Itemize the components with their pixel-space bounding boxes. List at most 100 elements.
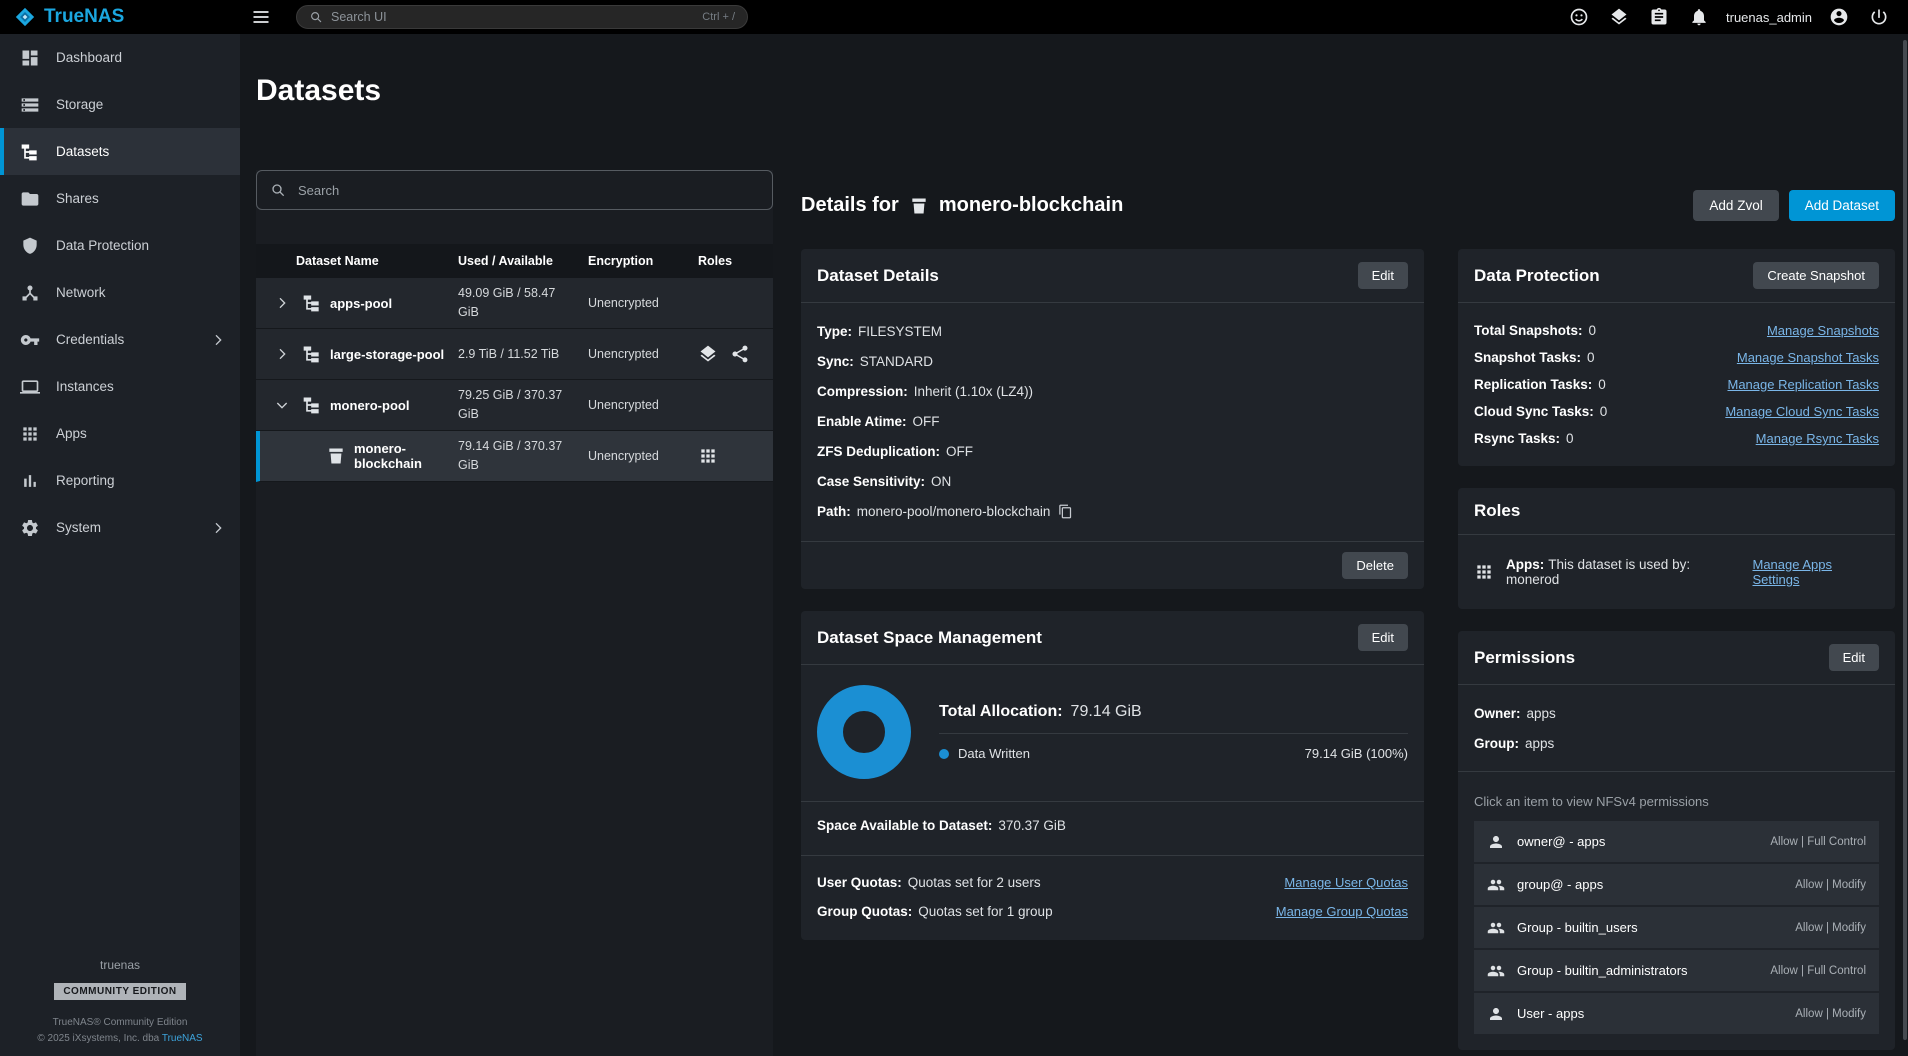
global-search[interactable]: Ctrl + / [296, 5, 748, 29]
power-menu-button[interactable] [1862, 2, 1896, 32]
field-sync: Sync:STANDARD [817, 347, 1408, 377]
dataset-search[interactable] [256, 170, 773, 210]
row-label: Cloud Sync Tasks: [1474, 398, 1594, 425]
expand-toggle-button[interactable] [270, 342, 294, 366]
dataset-icon [909, 196, 929, 216]
details-actions: Add Zvol Add Dataset [1693, 190, 1895, 221]
sidebar-item-system[interactable]: System [0, 504, 240, 551]
account-menu-button[interactable] [1822, 2, 1856, 32]
dataset-row-apps-pool[interactable]: apps-pool 49.09 GiB / 58.47 GiB Unencryp… [256, 278, 773, 329]
sidebar-item-label: Apps [56, 426, 87, 441]
sidebar-item-network[interactable]: Network [0, 269, 240, 316]
manage-rsync-tasks-link[interactable]: Manage Rsync Tasks [1756, 425, 1879, 452]
sidebar-item-storage[interactable]: Storage [0, 81, 240, 128]
sidebar-item-instances[interactable]: Instances [0, 363, 240, 410]
details-header: Details for monero-blockchain Add Zvol A… [801, 190, 1895, 221]
main-content: Datasets Dataset Name Used / Available E… [240, 34, 1908, 1056]
sidebar-item-data-protection[interactable]: Data Protection [0, 222, 240, 269]
menu-toggle-button[interactable] [240, 0, 282, 34]
sidebar-item-label: Network [56, 285, 106, 300]
topbar-actions: truenas_admin [1562, 2, 1908, 32]
group-quotas-label: Group Quotas: [817, 897, 912, 926]
field-value: Inherit (1.10x (LZ4)) [914, 384, 1033, 399]
manage-user-quotas-link[interactable]: Manage User Quotas [1284, 868, 1408, 897]
group-icon [1487, 876, 1505, 894]
permission-item-group-at[interactable]: group@ - apps Allow | Modify [1474, 864, 1879, 905]
sidebar-item-label: Data Protection [56, 238, 149, 253]
dataset-row-monero-pool[interactable]: monero-pool 79.25 GiB / 370.37 GiB Unenc… [256, 380, 773, 431]
permissions-edit-button[interactable]: Edit [1829, 644, 1879, 671]
copy-path-button[interactable] [1058, 504, 1073, 519]
apps-label: Apps: [1506, 557, 1544, 572]
user-quotas-label: User Quotas: [817, 868, 902, 897]
manage-apps-settings-link[interactable]: Manage Apps Settings [1752, 557, 1879, 587]
manage-cloud-sync-tasks-link[interactable]: Manage Cloud Sync Tasks [1725, 398, 1879, 425]
permission-who: group@ - apps [1517, 877, 1603, 892]
permission-item-builtin-users[interactable]: Group - builtin_users Allow | Modify [1474, 907, 1879, 948]
search-shortcut-hint: Ctrl + / [702, 11, 735, 23]
legend-label: Data Written [958, 746, 1030, 761]
data-protection-card: Data Protection Create Snapshot Total Sn… [1458, 249, 1895, 466]
collapse-toggle-button[interactable] [270, 393, 294, 417]
permission-who: Group - builtin_users [1517, 920, 1638, 935]
user-quotas-value: Quotas set for 2 users [908, 868, 1041, 897]
sidebar-item-reporting[interactable]: Reporting [0, 457, 240, 504]
chevron-right-icon [210, 520, 226, 536]
field-label: Case Sensitivity: [817, 474, 925, 489]
page-scrollbar[interactable] [1903, 40, 1907, 1040]
sidebar-item-label: Reporting [56, 473, 115, 488]
global-search-input[interactable] [331, 10, 694, 24]
permission-who: Group - builtin_administrators [1517, 963, 1688, 978]
add-zvol-button[interactable]: Add Zvol [1693, 190, 1778, 221]
permission-item-user-apps[interactable]: User - apps Allow | Modify [1474, 993, 1879, 1034]
manage-group-quotas-link[interactable]: Manage Group Quotas [1276, 897, 1408, 926]
dataset-row-monero-blockchain[interactable]: monero-blockchain 79.14 GiB / 370.37 GiB… [256, 431, 773, 482]
add-dataset-button[interactable]: Add Dataset [1789, 190, 1895, 221]
hamburger-icon [251, 7, 271, 27]
details-title: Details for monero-blockchain [801, 194, 1123, 217]
row-label: Total Snapshots: [1474, 317, 1583, 344]
rsync-tasks-row: Rsync Tasks:0Manage Rsync Tasks [1474, 425, 1879, 452]
chevron-down-icon [274, 397, 290, 413]
apps-role-icon [698, 446, 718, 466]
sidebar-item-datasets[interactable]: Datasets [0, 128, 240, 175]
permissions-card: Permissions Edit Owner:apps Group:apps C… [1458, 631, 1895, 1050]
permission-item-owner[interactable]: owner@ - apps Allow | Full Control [1474, 821, 1879, 862]
space-management-edit-button[interactable]: Edit [1358, 624, 1408, 651]
manage-snapshots-link[interactable]: Manage Snapshots [1767, 317, 1879, 344]
field-case-sensitivity: Case Sensitivity:ON [817, 467, 1408, 497]
feedback-button[interactable] [1562, 2, 1596, 32]
expand-toggle-button[interactable] [270, 291, 294, 315]
details-heading-text: Details for [801, 194, 899, 217]
group-icon [1487, 919, 1505, 937]
apps-grid-icon [1474, 562, 1494, 582]
jobs-button[interactable] [1642, 2, 1676, 32]
used-available-value: 49.09 GiB / 58.47 GiB [458, 284, 588, 322]
create-snapshot-button[interactable]: Create Snapshot [1753, 262, 1879, 289]
dataset-details-edit-button[interactable]: Edit [1358, 262, 1408, 289]
sidebar-item-shares[interactable]: Shares [0, 175, 240, 222]
delete-dataset-button[interactable]: Delete [1342, 552, 1408, 579]
alerts-button[interactable] [1682, 2, 1716, 32]
datasets-icon [20, 142, 40, 162]
dataset-row-large-storage-pool[interactable]: large-storage-pool 2.9 TiB / 11.52 TiB U… [256, 329, 773, 380]
dataset-details-card: Dataset Details Edit Type:FILESYSTEM Syn… [801, 249, 1424, 589]
footer-brand-link[interactable]: TrueNAS [162, 1033, 203, 1044]
column-header-encryption: Encryption [588, 254, 698, 268]
manage-replication-tasks-link[interactable]: Manage Replication Tasks [1727, 371, 1879, 398]
sidebar-item-apps[interactable]: Apps [0, 410, 240, 457]
layers-role-icon [698, 344, 718, 364]
apps-role-row: Apps:This dataset is used by: monerod Ma… [1474, 549, 1879, 595]
permission-item-builtin-administrators[interactable]: Group - builtin_administrators Allow | F… [1474, 950, 1879, 991]
dataset-details-panel: Details for monero-blockchain Add Zvol A… [801, 170, 1895, 1056]
dataset-search-input[interactable] [298, 183, 759, 198]
group-quotas-row: Group Quotas: Quotas set for 1 group Man… [817, 897, 1408, 926]
sidebar-item-credentials[interactable]: Credentials [0, 316, 240, 363]
sidebar-item-dashboard[interactable]: Dashboard [0, 34, 240, 81]
row-value: 0 [1598, 371, 1606, 398]
truecommand-button[interactable] [1602, 2, 1636, 32]
brand[interactable]: TrueNAS [0, 6, 240, 28]
manage-snapshot-tasks-link[interactable]: Manage Snapshot Tasks [1737, 344, 1879, 371]
card-title: Dataset Space Management [817, 628, 1042, 648]
roles-cell [698, 446, 759, 466]
